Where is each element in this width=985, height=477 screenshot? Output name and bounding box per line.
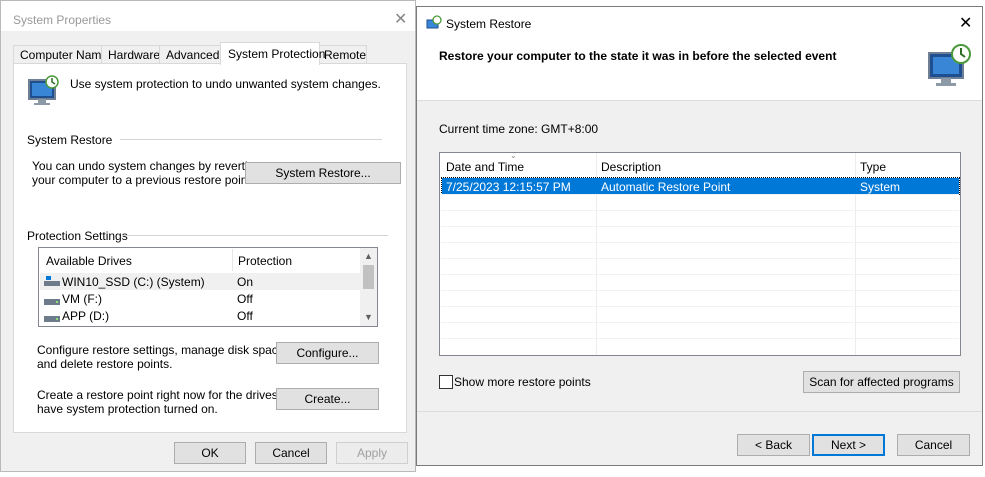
create-description-line-1: Create a restore point right now for the… [37, 388, 302, 402]
column-header-description[interactable]: Description [601, 160, 661, 174]
protection-settings-group-label: Protection Settings [27, 229, 128, 243]
next-button[interactable]: Next > [812, 434, 885, 456]
configure-description-line-2: and delete restore points. [37, 357, 173, 371]
close-icon[interactable]: ✕ [394, 12, 407, 28]
wizard-header: System Restore ✕ Restore your computer t… [417, 7, 982, 101]
row-divider [441, 242, 959, 243]
system-restore-icon [925, 43, 975, 94]
cell-date: 7/25/2023 12:15:57 PM [446, 180, 571, 194]
cancel-button[interactable]: Cancel [255, 442, 327, 464]
tab-computer-name[interactable]: Computer Name [13, 45, 108, 64]
row-divider [441, 274, 959, 275]
row-divider [441, 226, 959, 227]
scroll-thumb[interactable] [363, 265, 374, 289]
row-divider [441, 258, 959, 259]
sort-chevron-icon: ⌄ [510, 151, 517, 160]
cell-description: Automatic Restore Point [601, 180, 731, 194]
group-divider [122, 235, 388, 236]
system-properties-window: System Properties ✕ Computer Name Hardwa… [0, 0, 416, 472]
row-divider [441, 290, 959, 291]
create-button[interactable]: Create... [276, 388, 379, 410]
list-item[interactable]: WIN10_SSD (C:) (System) On [40, 273, 360, 290]
cancel-button[interactable]: Cancel [897, 434, 970, 456]
scroll-up-icon[interactable]: ▲ [364, 251, 373, 261]
wizard-heading: Restore your computer to the state it wa… [439, 49, 837, 63]
group-divider [120, 139, 382, 140]
create-description-line-2: have system protection turned on. [37, 402, 218, 416]
scan-affected-programs-button[interactable]: Scan for affected programs [803, 371, 960, 393]
system-restore-button[interactable]: System Restore... [245, 162, 401, 184]
scroll-down-icon[interactable]: ▼ [364, 312, 373, 322]
configure-button[interactable]: Configure... [276, 342, 379, 364]
system-protection-icon [26, 74, 62, 111]
drives-scrollbar[interactable]: ▲ ▼ [360, 248, 377, 326]
row-divider [441, 194, 959, 195]
back-button[interactable]: < Back [737, 434, 810, 456]
tab-hardware[interactable]: Hardware [101, 45, 161, 64]
window-title: System Restore [446, 17, 532, 31]
close-icon[interactable]: ✕ [959, 16, 972, 32]
cell-type: System [860, 180, 901, 194]
footer-divider [417, 411, 982, 412]
row-divider [441, 210, 959, 211]
configure-description-line-1: Configure restore settings, manage disk … [37, 343, 288, 357]
drive-system-icon [44, 276, 60, 290]
show-more-checkbox[interactable] [439, 375, 453, 389]
system-restore-window: System Restore ✕ Restore your computer t… [416, 6, 983, 466]
apply-button[interactable]: Apply [336, 442, 408, 464]
timezone-label: Current time zone: GMT+8:00 [439, 122, 599, 136]
tab-panel: Use system protection to undo unwanted s… [13, 63, 407, 433]
row-divider [441, 306, 959, 307]
tab-advanced[interactable]: Advanced [159, 45, 222, 64]
drives-list[interactable]: Available Drives Protection WIN10_SSD (C… [38, 247, 378, 327]
description-text: Use system protection to undo unwanted s… [70, 77, 381, 91]
column-header-protection[interactable]: Protection [238, 254, 292, 268]
column-header-type[interactable]: Type [860, 160, 886, 174]
system-restore-title-icon [426, 15, 442, 34]
tab-system-protection[interactable]: System Protection [220, 42, 325, 65]
restore-description-line-1: You can undo system changes by reverting [32, 159, 262, 173]
row-divider [441, 322, 959, 323]
list-item[interactable]: VM (F:) Off [40, 290, 360, 307]
column-header-available-drives[interactable]: Available Drives [46, 254, 132, 268]
restore-description-line-2: your computer to a previous restore poin… [32, 173, 255, 187]
list-item[interactable]: APP (D:) Off [40, 307, 360, 324]
system-properties-titlebar: System Properties ✕ [1, 1, 415, 31]
system-restore-group-label: System Restore [27, 133, 113, 147]
column-header-date-time[interactable]: Date and Time [446, 160, 524, 174]
column-divider [232, 249, 233, 271]
drive-icon [44, 312, 60, 326]
ok-button[interactable]: OK [174, 442, 246, 464]
table-row[interactable]: 7/25/2023 12:15:57 PM Automatic Restore … [441, 177, 960, 195]
window-title: System Properties [13, 13, 112, 27]
row-divider [441, 338, 959, 339]
show-more-label[interactable]: Show more restore points [454, 375, 591, 389]
restore-points-table[interactable]: ⌄ Date and Time Description Type 7/25/20… [439, 151, 961, 356]
